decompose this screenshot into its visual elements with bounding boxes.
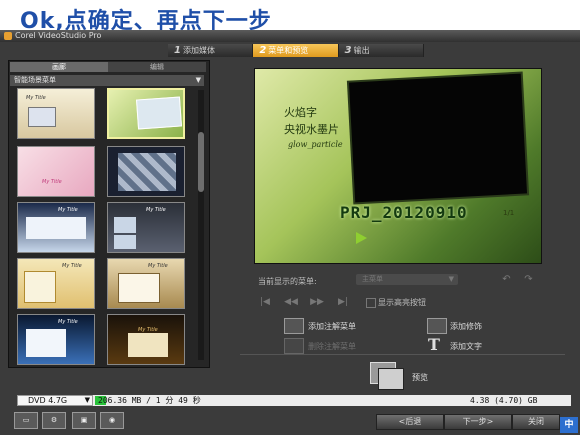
redo-icon[interactable]: ↷ (522, 274, 535, 285)
disc-type-select[interactable]: DVD 4.7G ▼ (17, 395, 93, 406)
show-highlight-label: 显示高亮按钮 (378, 298, 426, 307)
add-text-icon[interactable]: T (428, 337, 440, 353)
template-thumb[interactable] (107, 146, 185, 197)
current-menu-value: 主菜单 (362, 275, 383, 283)
title-bar: Corel VideoStudio Pro (0, 30, 580, 42)
template-thumb[interactable]: My Title (17, 314, 95, 365)
preview-text-3[interactable]: glow_particle (288, 140, 343, 149)
thumb-title: My Title (58, 207, 78, 213)
close-button[interactable]: 关闭 (512, 414, 560, 430)
delete-note-menu-label[interactable]: 删除注解菜单 (308, 341, 356, 352)
preview-label[interactable]: 预览 (412, 372, 428, 383)
next-button[interactable]: 下一步> (444, 414, 512, 430)
disc-settings-icon[interactable]: ▭ (14, 412, 38, 429)
tab-edit[interactable]: 编辑 (108, 62, 206, 72)
aspect-ratio-icon[interactable]: ▣ (72, 412, 96, 429)
delete-note-menu-icon[interactable] (284, 338, 304, 354)
back-button[interactable]: <后退 (376, 414, 444, 430)
step-number: 3 (344, 45, 352, 56)
template-thumb[interactable]: My Title (107, 258, 185, 309)
divider (240, 354, 565, 355)
step-number: 2 (259, 45, 267, 56)
disc-capacity: 4.38 (4.70) GB (470, 396, 538, 405)
panel-tabs: 画廊 编辑 (10, 62, 206, 72)
scrollbar-thumb[interactable] (198, 132, 204, 192)
thumb-frame (26, 329, 66, 357)
template-grid: My Title My Title My Title My Title My T… (17, 88, 189, 365)
thumb-title: My Title (42, 179, 62, 185)
thumb-pattern (118, 153, 176, 191)
dropdown-value: 智能场景菜单 (14, 76, 56, 84)
menu-category-dropdown[interactable]: 智能场景菜单 ▼ (10, 75, 204, 86)
step-label: 输出 (353, 46, 370, 55)
preview-text-2[interactable]: 央视水墨片 (284, 121, 339, 137)
template-scrollbar[interactable] (198, 90, 204, 360)
add-note-menu-icon[interactable] (284, 318, 304, 334)
template-thumb[interactable]: My Title (17, 202, 95, 253)
step-label: 添加媒体 (182, 46, 215, 55)
ime-indicator[interactable]: 中 (560, 417, 578, 433)
thumb-title: My Title (26, 95, 46, 101)
template-thumb[interactable]: My Title (17, 258, 95, 309)
add-note-menu-label[interactable]: 添加注解菜单 (308, 321, 356, 332)
disc-type-value: DVD 4.7G (28, 396, 68, 405)
step-tabs: 1 添加媒体 2 菜单和预览 3 输出 (168, 44, 424, 57)
step-label: 菜单和预览 (268, 46, 309, 55)
undo-icon[interactable]: ↶ (500, 274, 513, 285)
template-thumb[interactable]: My Title (17, 146, 95, 197)
fast-forward-icon[interactable]: ▶▶ (310, 297, 324, 308)
template-thumb[interactable]: My Title (107, 202, 185, 253)
step-number: 1 (174, 45, 181, 56)
preview-page-number: 1/1 (503, 209, 515, 217)
template-thumb[interactable]: My Title (107, 314, 185, 365)
thumb-frame (26, 217, 86, 239)
app-logo-icon (4, 32, 12, 40)
thumb-title: My Title (146, 207, 166, 213)
skip-back-icon[interactable]: |◀ (258, 297, 272, 308)
project-size-info: 206.36 MB / 1 分 49 秒 (98, 396, 201, 405)
add-decoration-label[interactable]: 添加修饰 (450, 321, 482, 332)
current-menu-label: 当前显示的菜单: (258, 277, 317, 286)
thumb-title: My Title (58, 319, 78, 325)
chevron-down-icon: ▼ (195, 76, 201, 84)
thumb-frame (28, 107, 56, 127)
thumb-frame (128, 333, 168, 357)
add-decoration-icon[interactable] (427, 318, 447, 334)
gear-icon[interactable]: ⚙ (42, 412, 66, 429)
thumb-frame (114, 217, 136, 233)
tab-gallery[interactable]: 画廊 (10, 62, 108, 72)
window-title: Corel VideoStudio Pro (15, 31, 102, 40)
preview-photo-frame (348, 73, 528, 203)
add-text-label[interactable]: 添加文字 (450, 341, 482, 352)
rewind-icon[interactable]: ◀◀ (284, 297, 298, 308)
thumb-frame (114, 235, 136, 249)
thumb-frame (24, 271, 56, 303)
chevron-down-icon: ▼ (448, 275, 454, 283)
step-menu-preview[interactable]: 2 菜单和预览 (253, 44, 339, 57)
thumb-title: My Title (148, 263, 168, 269)
preview-text-1[interactable]: 火焰字 (284, 104, 317, 120)
current-menu-select[interactable]: 主菜单 ▼ (356, 274, 458, 285)
show-highlight-checkbox[interactable] (366, 298, 376, 308)
preview-project-title[interactable]: PRJ_20120910 (340, 203, 468, 222)
disc-icon[interactable]: ◉ (100, 412, 124, 429)
step-add-media[interactable]: 1 添加媒体 (168, 44, 254, 57)
thumb-frame (136, 96, 182, 130)
step-output[interactable]: 3 输出 (338, 44, 424, 57)
thumb-frame (118, 273, 160, 303)
chevron-down-icon: ▼ (84, 396, 90, 404)
skip-forward-icon[interactable]: ▶| (336, 297, 350, 308)
template-thumb-selected[interactable] (107, 88, 185, 139)
preview-icon[interactable] (378, 368, 404, 390)
play-icon[interactable] (356, 232, 367, 244)
template-thumb[interactable]: My Title (17, 88, 95, 139)
thumb-title: My Title (62, 263, 82, 269)
